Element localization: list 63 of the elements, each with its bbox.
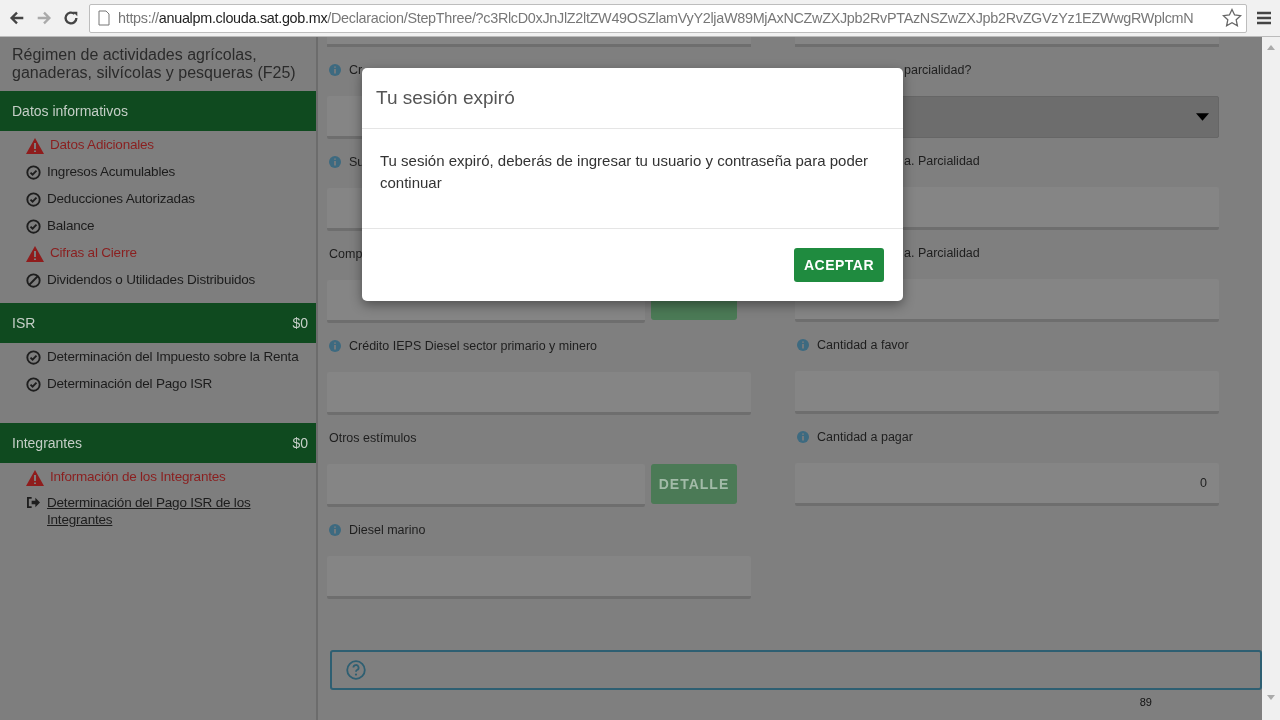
star-icon[interactable] [1222, 8, 1242, 28]
field-label: Cantidad a pagar [817, 430, 913, 444]
scroll-up-icon[interactable] [1267, 45, 1275, 50]
sidebar-item[interactable]: Deducciones Autorizadas [47, 189, 195, 209]
back-icon[interactable] [8, 9, 26, 27]
field-label: Cantidad a favor [817, 338, 909, 352]
field-label: a. Parcialidad [904, 246, 980, 260]
caret-icon [1196, 113, 1209, 121]
sidebar-item[interactable]: Dividendos o Utilidades Distribuidos [47, 270, 256, 290]
sign-out-icon [26, 496, 41, 509]
accept-button[interactable]: ACEPTAR [794, 248, 884, 282]
section-title: Datos informativos [12, 103, 128, 119]
sidebar-item[interactable]: Información de los Integrantes [50, 467, 226, 487]
sidebar-item[interactable]: Ingresos Acumulables [47, 162, 176, 182]
regime-title: Régimen de actividades agrícolas, ganaderas, silvícolas y pesqueras (F25) [11, 45, 297, 83]
info-icon[interactable] [329, 156, 341, 168]
field-label: Comp [329, 247, 363, 261]
info-icon[interactable] [329, 524, 341, 536]
field-label: Otros estímulos [329, 431, 417, 445]
input-field[interactable]: 0 [795, 463, 1219, 506]
check-circle-icon [26, 350, 41, 365]
field-label: Cr [349, 63, 363, 77]
sidebar-item[interactable]: Determinación del Impuesto sobre la Renta [47, 347, 299, 367]
sidebar-item[interactable]: Determinación del Pago ISR [47, 374, 213, 394]
section-title: ISR [12, 315, 36, 331]
info-icon[interactable] [329, 340, 341, 352]
info-icon[interactable] [329, 64, 341, 76]
field-label: Diesel marino [349, 523, 426, 537]
sidebar-item[interactable]: Cifras al Cierre [50, 243, 137, 263]
menu-icon[interactable] [1256, 11, 1272, 25]
info-icon[interactable] [797, 431, 809, 443]
section-amount: $0 [292, 435, 308, 451]
address-bar[interactable]: https://anualpm.clouda.sat.gob.mx/Declaracion/StepThree/?c3RlcD0xJnJlZ2ltZW49OSZlamVyY2ljaW89MjAxNCZwZXJpb2RvPTAzNSZwZXJpb2RvZGVzYz1EZWwgRWplcmN [89, 3, 1247, 33]
section-amount: $0 [292, 315, 308, 331]
blocked-icon [26, 273, 41, 288]
check-circle-icon [26, 377, 41, 392]
input-field[interactable] [795, 37, 1219, 47]
scroll-down-icon[interactable] [1267, 695, 1275, 700]
page-number: 89 [1139, 696, 1152, 708]
input-field[interactable] [327, 37, 751, 47]
scrollbar[interactable] [1262, 37, 1280, 720]
forward-icon[interactable] [35, 9, 53, 27]
url-text: https://anualpm.clouda.sat.gob.mx/Declaracion/StepThree/?c3RlcD0xJnJlZ2ltZW49OSZlamVyY2ljaW89MjAxNCZwZXJpb2RvPTAzNSZwZXJpb2RvZGVzYz1EZWwgRWplcmN [118, 10, 1195, 26]
page-icon [98, 10, 110, 26]
reload-icon[interactable] [62, 9, 80, 27]
warning-icon [26, 470, 44, 486]
field-label: parcialidad? [904, 63, 972, 77]
detail-button[interactable]: DETALLE [651, 464, 737, 504]
section-title: Integrantes [12, 435, 83, 451]
sidebar-item[interactable]: Balance [47, 216, 95, 236]
warning-icon [26, 246, 44, 262]
field-label: a. Parcialidad [904, 154, 980, 168]
sidebar-item[interactable]: Datos Adicionales [50, 135, 154, 155]
check-circle-icon [26, 192, 41, 207]
dialog-title: Tu sesión expiró [376, 87, 515, 109]
field-label: Crédito IEPS Diesel sector primario y minero [349, 339, 597, 353]
info-icon[interactable] [797, 339, 809, 351]
check-circle-icon [26, 219, 41, 234]
warning-icon [26, 138, 44, 154]
sidebar-link[interactable]: Determinación del Pago ISR de los Integrantes [47, 494, 297, 528]
dialog-message: Tu sesión expiró, deberás de ingresar tu usuario y contraseña para poder continuar [380, 151, 870, 193]
help-icon[interactable] [346, 660, 366, 680]
check-circle-icon [26, 165, 41, 180]
